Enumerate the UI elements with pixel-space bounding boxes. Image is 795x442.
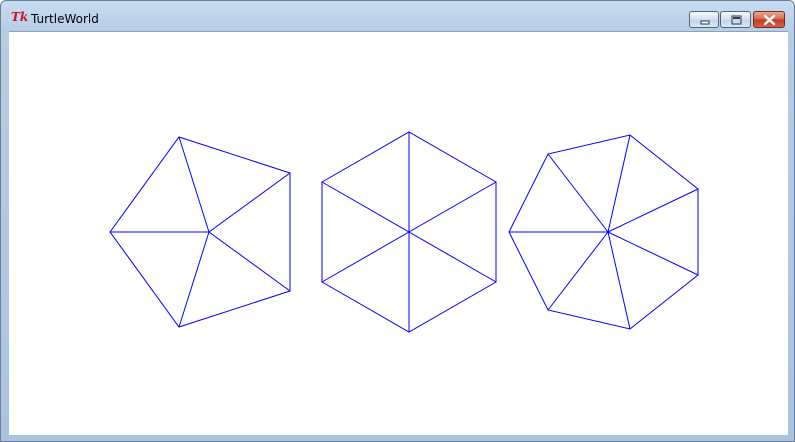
minimize-icon <box>700 20 710 25</box>
tk-feather-icon: Tk <box>11 10 29 24</box>
heptagon-shape <box>508 134 699 330</box>
title-bar[interactable]: Tk TurtleWorld <box>1 1 794 31</box>
minimize-button[interactable] <box>689 11 719 28</box>
pentagon-shape <box>109 136 291 328</box>
maximize-button[interactable] <box>720 11 751 28</box>
close-button[interactable] <box>753 11 785 28</box>
turtle-canvas <box>109 131 699 333</box>
window-title: TurtleWorld <box>31 12 99 26</box>
app-window: Tk TurtleWorld <box>0 0 795 442</box>
turtle-canvas-area[interactable] <box>9 31 788 435</box>
hexagon-shape <box>321 131 497 333</box>
maximize-icon <box>731 15 742 25</box>
close-icon <box>763 14 776 26</box>
